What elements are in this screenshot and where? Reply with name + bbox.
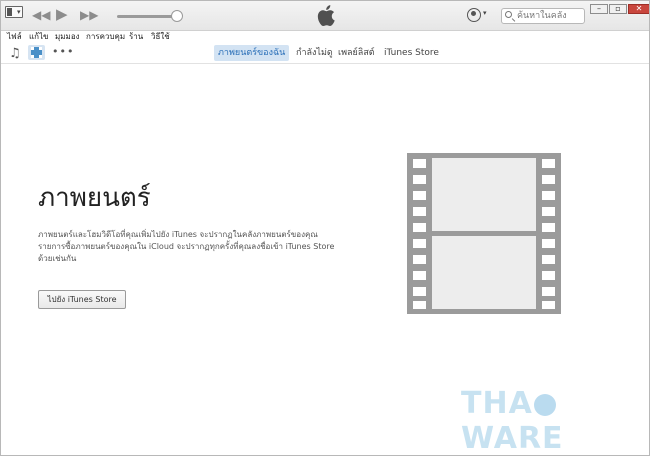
watermark-text-right: WARE [461,421,564,456]
media-nav-bar: ♫ ••• ภาพยนตร์ของฉัน กำลังไม่ดู เพลย์ลิส… [1,44,649,64]
search-placeholder: ค้นหาในคลัง [517,11,567,21]
menu-item-view[interactable]: มุมมอง [55,31,80,43]
description-text: ภาพยนตร์และโฮมวิดีโอที่คุณเพิ่มไปยัง iTu… [38,230,335,263]
itunes-window: ▾ ◀◀ ▶ ▶▶ ▾ ค้นหาในคลัง – ▫ ✕ ไฟล์ แก้ไข… [0,0,650,456]
minimize-button[interactable]: – [590,4,608,14]
page-title: ภาพยนตร์ [38,183,151,213]
film-icon [31,47,42,58]
tab-playlists[interactable]: เพลย์ลิสต์ [334,45,379,61]
volume-slider-knob[interactable] [171,10,183,22]
search-icon [505,11,512,18]
go-to-itunes-store-button[interactable]: ไปยัง iTunes Store [38,290,126,309]
watermark-logo-icon [533,393,556,416]
more-icon[interactable]: ••• [52,45,74,58]
account-icon[interactable] [467,8,481,22]
title-bar: ▾ ◀◀ ▶ ▶▶ ▾ ค้นหาในคลัง – ▫ ✕ [1,1,649,31]
menu-item-controls[interactable]: การควบคุม [86,31,125,43]
tab-itunes-store[interactable]: iTunes Store [380,45,443,61]
menu-bar: ไฟล์ แก้ไข มุมมอง การควบคุม ร้าน วิธีใช้ [1,31,649,44]
film-strip-icon [407,153,561,314]
tab-my-movies[interactable]: ภาพยนตร์ของฉัน [214,45,290,61]
tab-unwatched[interactable]: กำลังไม่ดู [292,45,337,61]
menu-item-store[interactable]: ร้าน [129,31,143,43]
volume-slider[interactable] [117,15,177,18]
chevron-down-icon[interactable]: ▾ [483,9,487,17]
close-button[interactable]: ✕ [628,4,649,14]
movies-media-button[interactable] [28,45,45,60]
apple-logo-icon [317,5,335,26]
restore-button[interactable]: ▫ [609,4,627,14]
play-icon[interactable]: ▶ [56,6,68,22]
previous-track-icon[interactable]: ◀◀ [32,7,50,23]
menu-item-edit[interactable]: แก้ไข [29,31,49,43]
window-controls: – ▫ ✕ [590,4,649,14]
music-note-icon[interactable]: ♫ [9,46,21,61]
menu-item-file[interactable]: ไฟล์ [7,31,22,43]
chevron-down-icon[interactable]: ▾ [17,8,21,16]
thaiware-watermark: THAWARE [461,386,649,456]
search-input[interactable]: ค้นหาในคลัง [501,8,585,24]
next-track-icon[interactable]: ▶▶ [80,7,98,23]
menu-item-help[interactable]: วิธีใช้ [151,31,170,43]
watermark-text-left: THA [461,386,533,421]
